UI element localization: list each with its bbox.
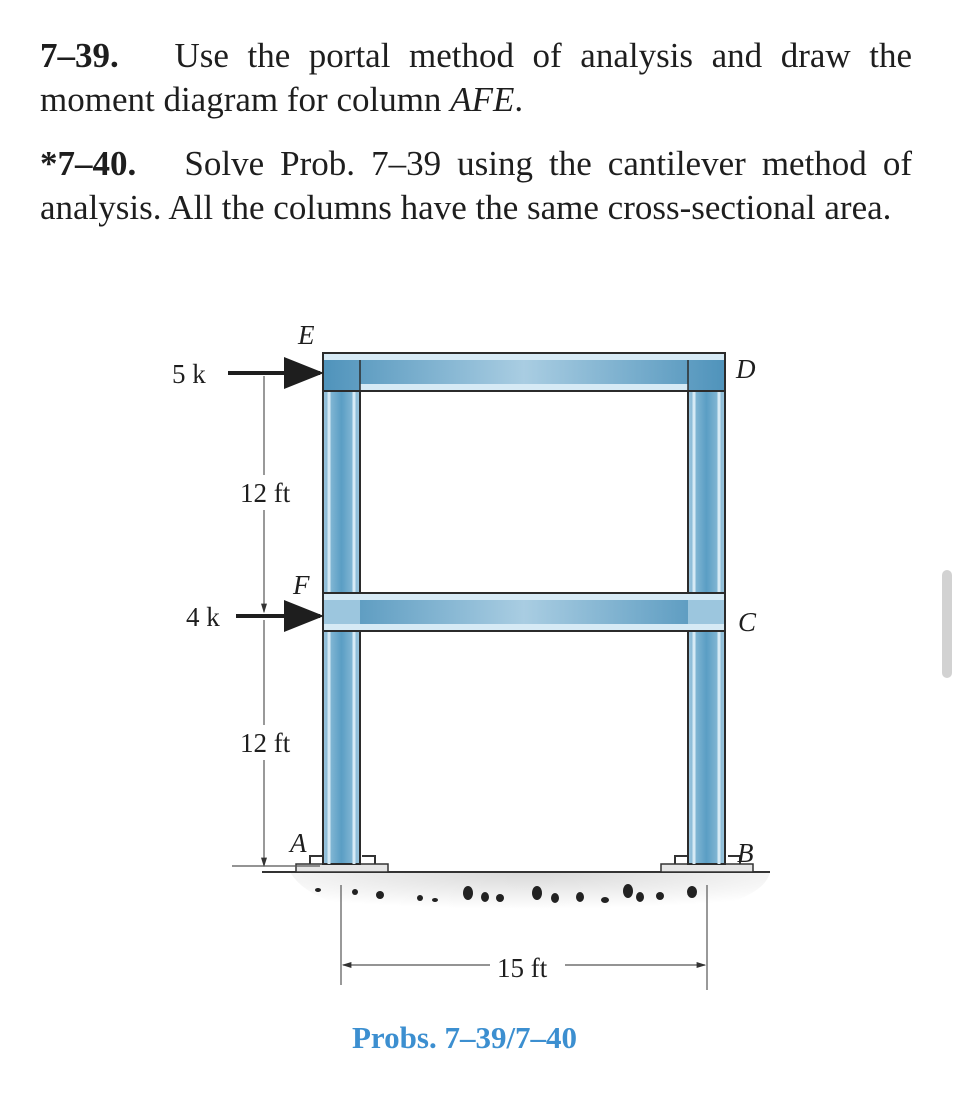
load-label-4k: 4 k — [186, 602, 220, 632]
figure-caption: Probs. 7–39/7–40 — [352, 1020, 578, 1055]
joint-label-c: C — [738, 607, 757, 637]
ground — [262, 871, 770, 925]
joint-label-a: A — [288, 828, 307, 858]
joint-label-e: E — [297, 320, 315, 350]
beam-fc — [322, 592, 726, 632]
beam-ed — [322, 352, 726, 392]
dim-label-bay: 15 ft — [497, 953, 548, 983]
load-label-5k: 5 k — [172, 359, 206, 389]
joint-label-f: F — [292, 570, 310, 600]
scrollbar[interactable] — [942, 570, 952, 678]
frame-diagram: 5 k 4 k 12 ft 12 ft 15 ft E D F C A B — [172, 320, 770, 990]
dim-label-upper: 12 ft — [240, 478, 291, 508]
dim-label-lower: 12 ft — [240, 728, 291, 758]
joint-label-b: B — [737, 838, 754, 868]
joint-label-d: D — [735, 354, 756, 384]
dimension-vertical — [232, 376, 320, 868]
